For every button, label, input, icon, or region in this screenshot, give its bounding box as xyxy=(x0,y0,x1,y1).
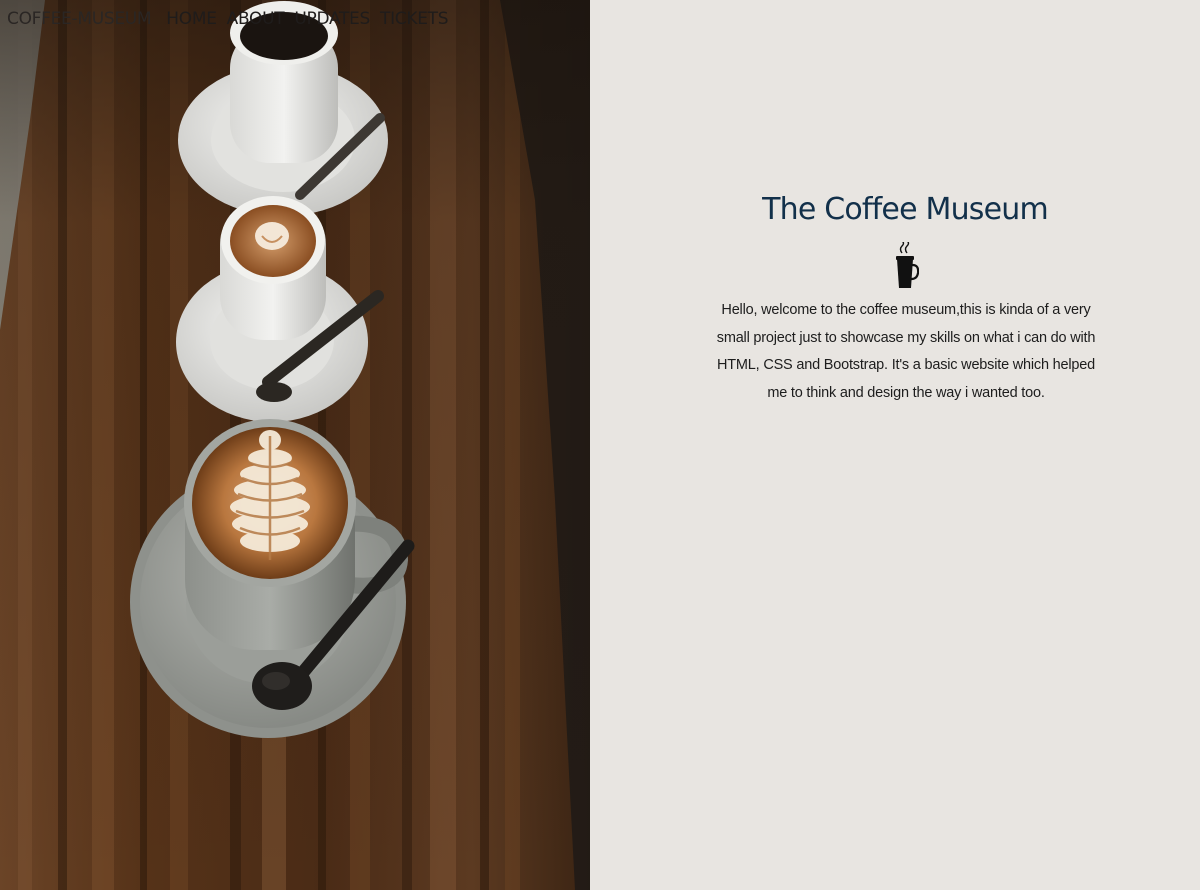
nav-link-home[interactable]: HOME xyxy=(166,9,217,29)
coffee-cup-icon xyxy=(896,242,919,288)
nav-link-updates[interactable]: UPDATES xyxy=(294,9,370,29)
page: COFFEE-MUSEUM HOME ABOUT UPDATES TICKETS… xyxy=(0,0,1200,890)
top-nav: COFFEE-MUSEUM HOME ABOUT UPDATES TICKETS xyxy=(7,9,458,29)
intro-text: Hello, welcome to the coffee museum,this… xyxy=(716,302,1096,401)
coffee-photo-image xyxy=(0,0,590,890)
hero-photo xyxy=(0,0,590,890)
nav-link-about[interactable]: ABOUT xyxy=(227,9,285,29)
intro-section: The Coffee Museum Hello, welcome to the … xyxy=(590,0,1200,890)
brand-logo-link[interactable]: COFFEE-MUSEUM xyxy=(7,9,152,29)
page-title: The Coffee Museum xyxy=(762,192,1049,227)
nav-link-tickets[interactable]: TICKETS xyxy=(380,9,449,29)
